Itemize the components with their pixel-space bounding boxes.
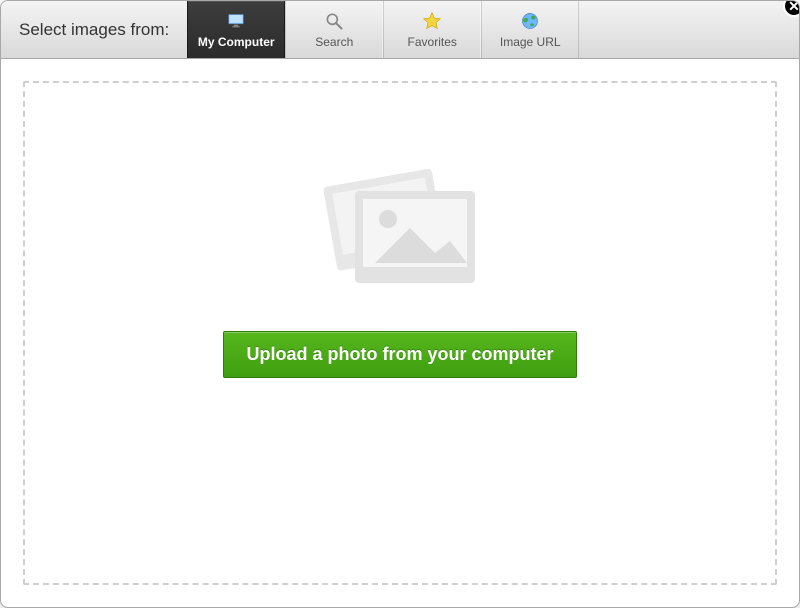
upload-button[interactable]: Upload a photo from your computer: [223, 331, 576, 378]
tab-label: Favorites: [408, 35, 457, 49]
magnifier-icon: [324, 11, 344, 31]
tab-my-computer[interactable]: My Computer: [187, 1, 285, 58]
tab-label: Search: [315, 35, 353, 49]
photos-placeholder-icon: [300, 153, 500, 303]
tab-label: Image URL: [500, 35, 561, 49]
monitor-icon: [226, 11, 246, 31]
tab-label: My Computer: [198, 35, 275, 49]
close-icon: ✕: [788, 0, 800, 15]
upload-dropzone[interactable]: Upload a photo from your computer: [23, 81, 777, 585]
tab-search[interactable]: Search: [285, 1, 383, 58]
image-picker-dialog: ✕ Select images from: My Computer Search: [0, 0, 800, 608]
tab-favorites[interactable]: Favorites: [383, 1, 481, 58]
content-area: Upload a photo from your computer: [1, 59, 799, 607]
source-toolbar: Select images from: My Computer Search F…: [1, 1, 799, 59]
tab-strip: My Computer Search Favorites Image URL: [187, 1, 579, 58]
globe-icon: [520, 11, 540, 31]
star-icon: [422, 11, 442, 31]
toolbar-prompt: Select images from:: [1, 1, 187, 58]
tab-image-url[interactable]: Image URL: [481, 1, 579, 58]
